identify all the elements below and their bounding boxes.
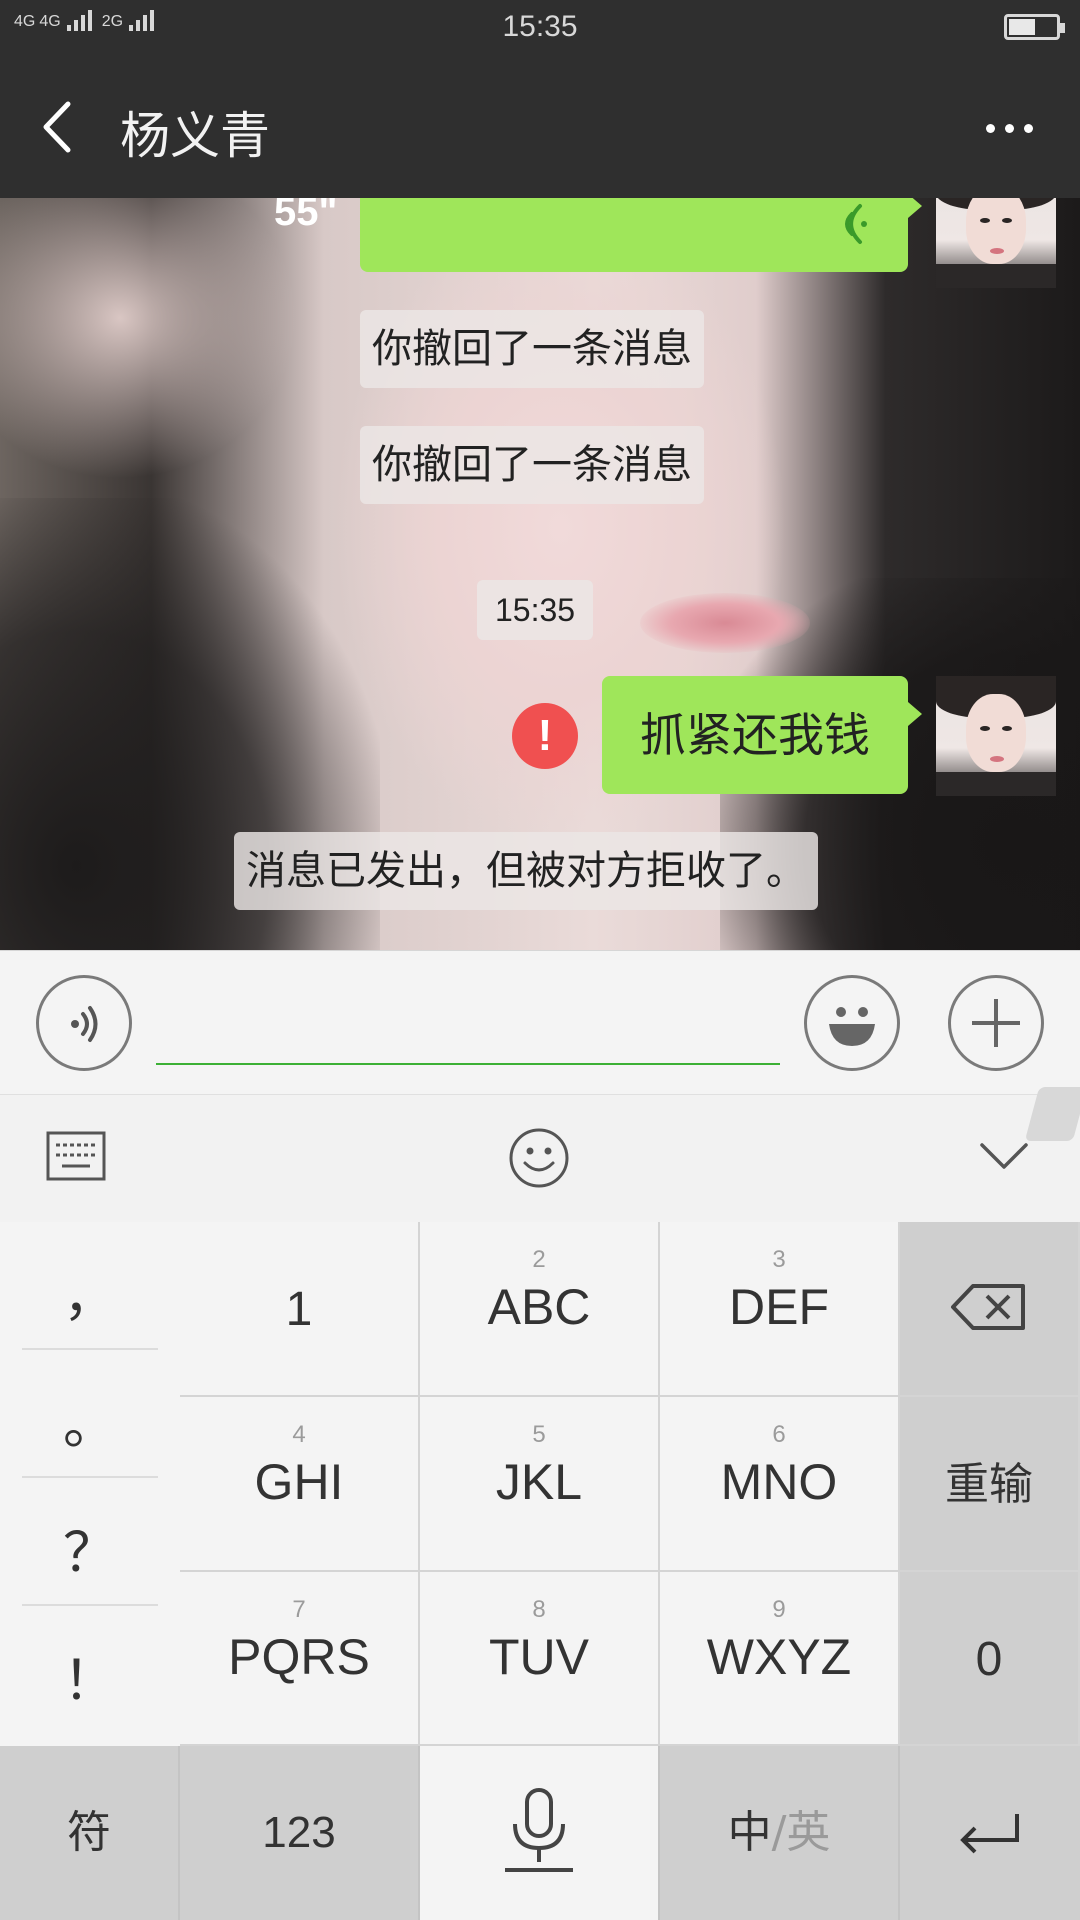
key-9[interactable]: 9 WXYZ [660,1572,900,1746]
more-actions-button[interactable] [948,975,1044,1071]
message-timestamp: 15:35 [477,580,594,640]
avatar[interactable] [936,676,1056,796]
chevron-left-icon [43,101,71,153]
emoji-button[interactable] [804,975,900,1071]
chat-title: 杨义青 [120,107,270,165]
keyboard-toolbar [0,1087,1080,1222]
voice-message-bubble[interactable] [360,198,922,272]
message-text-field[interactable] [156,1011,780,1065]
voice-icon [71,1006,98,1042]
more-options-button[interactable] [974,98,1044,158]
sent-message-bubble[interactable]: 抓紧还我钱 [602,676,922,794]
message-input-bar [0,950,1080,1094]
backspace-icon [951,1284,1025,1330]
ime-logo [1024,1087,1080,1141]
chat-header: 杨义青 [0,56,1080,198]
enter-key[interactable] [900,1746,1080,1920]
rejected-notice: 消息已发出，但被对方拒收了。 [234,832,818,910]
plus-icon [972,999,1020,1047]
status-time: 15:35 [502,10,578,43]
symbol-key-period[interactable]: 。 [22,1350,158,1478]
key-6[interactable]: 6 MNO [660,1397,900,1572]
key-8[interactable]: 8 TUV [420,1572,660,1746]
symbol-key-question[interactable]: ？ [22,1478,158,1606]
voice-input-key[interactable] [420,1746,660,1920]
chevron-down-icon[interactable] [976,1137,1032,1177]
chat-area[interactable]: 55" 你撤回了一条消息 你撤回了一条消息 15:35 ! 抓紧还我钱 消息已发… [0,198,1080,950]
voice-input-toggle-button[interactable] [36,975,132,1071]
reinput-key[interactable]: 重输 [900,1397,1080,1572]
numeric-key[interactable]: 123 [180,1746,420,1920]
recall-notice: 你撤回了一条消息 [360,310,704,388]
t9-keyboard: ， 。 ？ ！ 1 2 ABC 3 DEF 4 GHI 5 JKL 6 MNO 重输 7P… [0,1222,1080,1920]
recall-notice: 你撤回了一条消息 [360,426,704,504]
backspace-key[interactable] [900,1222,1080,1397]
key-7[interactable]: 7 PQRS [180,1572,420,1746]
symbol-key-exclaim[interactable]: ！ [22,1606,158,1734]
back-button[interactable] [28,92,98,162]
background-image-detail [640,593,810,653]
microphone-icon [505,1788,573,1872]
key-3[interactable]: 3 DEF [660,1222,900,1397]
status-bar: 4G 4G 2G 15:35 [0,0,1080,56]
more-dot-icon [1023,123,1033,133]
enter-arrow-icon [960,1814,1019,1854]
more-dot-icon [985,123,995,133]
send-failed-icon[interactable]: ! [512,703,578,769]
symbols-key[interactable]: 符 [0,1746,180,1920]
battery-icon [1004,14,1065,40]
avatar[interactable] [936,198,1056,288]
language-switch-key[interactable]: 中/英 [660,1746,900,1920]
key-4[interactable]: 4 GHI [180,1397,420,1572]
key-2[interactable]: 2 ABC [420,1222,660,1397]
smiley-icon[interactable] [508,1127,570,1189]
key-1[interactable]: 1 [180,1222,420,1397]
more-dot-icon [1004,123,1014,133]
keyboard-icon[interactable] [46,1131,106,1181]
voice-duration: 55" [274,198,338,234]
symbol-column: ， 。 ？ ！ [0,1222,180,1746]
symbol-key-comma[interactable]: ， [22,1222,158,1350]
key-5[interactable]: 5 JKL [420,1397,660,1572]
emoji-face-icon [829,1007,875,1046]
voice-wave-icon [845,204,867,244]
key-0[interactable]: 0 [900,1572,1080,1746]
